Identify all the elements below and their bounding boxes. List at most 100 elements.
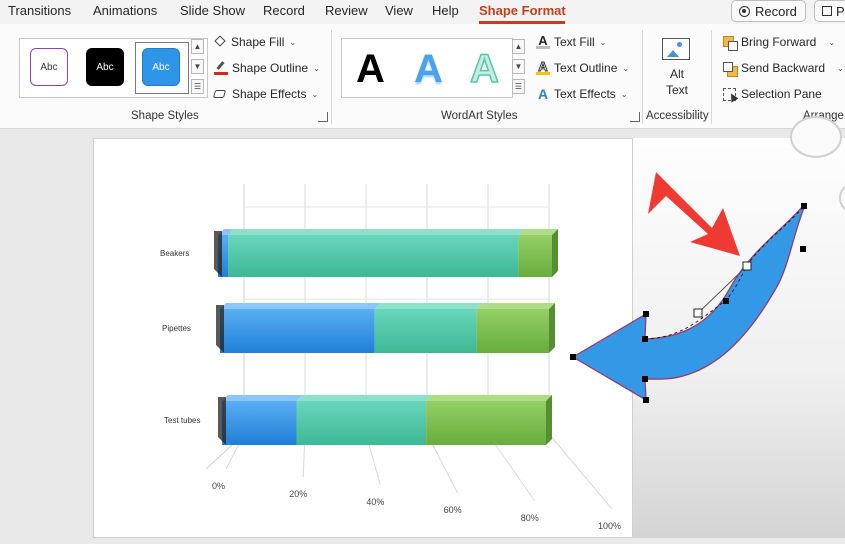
wordart-style-black[interactable]: A — [356, 47, 385, 92]
bar-end-cap — [546, 395, 552, 445]
text-fill-label: Text Fill — [554, 35, 595, 49]
send-backward-button[interactable]: Send Backward ⌄ — [723, 61, 844, 77]
shape-style-dark[interactable]: Abc — [86, 48, 124, 86]
floor-gridline — [548, 433, 613, 510]
text-outline-label: Text Outline — [554, 61, 618, 75]
chevron-down-icon: ⌄ — [599, 37, 607, 47]
send-backward-icon — [723, 61, 738, 77]
curved-blue-arrow[interactable] — [571, 203, 805, 402]
wordart-more-button[interactable]: ☰ — [512, 79, 525, 94]
wordart-styles-group-label: WordArt Styles — [441, 110, 518, 122]
shape-fill-label: Shape Fill — [231, 35, 285, 49]
wordart-scroll-down-button[interactable]: ▼ — [512, 59, 525, 74]
gallery-scroll-up-button[interactable]: ▲ — [191, 39, 204, 54]
shape-styles-launcher-icon[interactable] — [318, 112, 328, 122]
present-button-label: P — [836, 3, 845, 19]
wordart-styles-launcher-icon[interactable] — [630, 112, 640, 122]
bar-segment[interactable] — [426, 401, 546, 445]
vertex-handle[interactable] — [723, 298, 729, 304]
shape-effects-button[interactable]: Shape Effects ⌄ — [212, 87, 319, 101]
menu-bar: Transitions Animations Slide Show Record… — [0, 0, 845, 24]
shape-effects-label: Shape Effects — [232, 87, 307, 101]
bring-forward-label: Bring Forward — [741, 35, 817, 49]
bar-segment-top — [296, 395, 433, 401]
tab-help[interactable]: Help — [432, 3, 459, 18]
vertex-handle[interactable] — [643, 311, 649, 317]
gallery-scroll-down-button[interactable]: ▼ — [191, 59, 204, 74]
tab-view[interactable]: View — [385, 3, 413, 18]
stacked-3d-bar-chart[interactable]: 0% 20% 40% 60% 80% 100% Beakers Pipettes Test tu… — [94, 139, 634, 539]
chevron-up-icon: ▲ — [514, 42, 523, 51]
bar-segment-top — [222, 395, 303, 401]
shape-outline-button[interactable]: Shape Outline ⌄ — [214, 61, 320, 75]
shape-style-blue-label: Abc — [152, 61, 170, 73]
bar-segment[interactable] — [222, 401, 297, 445]
vertex-handle[interactable] — [642, 336, 648, 342]
vertex-handle[interactable] — [801, 203, 807, 209]
slide-canvas[interactable]: 0% 20% 40% 60% 80% 100% Beakers Pipettes Test tu… — [93, 138, 633, 538]
bar-segment-top — [426, 395, 552, 401]
text-fill-button[interactable]: A Text Fill ⌄ — [536, 34, 607, 49]
text-effects-button[interactable]: A Text Effects ⌄ — [536, 87, 628, 102]
bar-segment[interactable] — [220, 309, 375, 353]
chevron-down-icon: ⌄ — [311, 89, 319, 99]
vertex-handle[interactable] — [570, 354, 576, 360]
red-pointer-arrow — [648, 172, 740, 256]
wordart-scroll-up-button[interactable]: ▲ — [512, 39, 525, 54]
bar-segment[interactable] — [476, 309, 549, 353]
wordart-style-blue[interactable]: A — [414, 47, 443, 92]
category-label: Test tubes — [164, 416, 200, 425]
shape-fill-button[interactable]: Shape Fill ⌄ — [214, 34, 296, 49]
x-tick-label: 80% — [521, 513, 539, 523]
tab-slide-show[interactable]: Slide Show — [180, 3, 245, 18]
alt-text-label-line1: Alt — [669, 67, 684, 81]
record-button[interactable]: Record — [731, 0, 806, 22]
record-button-label: Record — [755, 3, 797, 19]
send-backward-label: Send Backward — [741, 61, 826, 75]
bar-segment[interactable] — [518, 235, 552, 277]
shape-style-blue[interactable]: Abc — [142, 48, 180, 86]
tab-review[interactable]: Review — [325, 3, 368, 18]
tab-shape-format[interactable]: Shape Format — [479, 3, 566, 18]
selection-pane-label: Selection Pane — [741, 87, 822, 101]
chevron-down-icon: ⌄ — [837, 63, 844, 73]
x-tick-label: 100% — [598, 521, 621, 531]
rotate-handle-icon[interactable] — [790, 116, 842, 158]
text-outline-icon: A — [536, 60, 550, 75]
bezier-control-handle[interactable] — [693, 308, 703, 318]
bar-segment-top — [374, 303, 483, 309]
wordart-style-outline[interactable]: A — [469, 46, 499, 92]
bar-segment[interactable] — [374, 309, 477, 353]
bring-forward-button[interactable]: Bring Forward ⌄ — [723, 35, 835, 51]
arrow-overlay — [570, 172, 807, 403]
alt-text-button[interactable]: Alt Text — [657, 34, 699, 100]
paint-bucket-icon — [214, 34, 227, 49]
bar-segment-top — [476, 303, 555, 309]
bring-forward-icon — [723, 35, 738, 51]
tab-animations[interactable]: Animations — [93, 3, 157, 18]
selection-pane-button[interactable]: Selection Pane — [723, 87, 822, 102]
bar-segment[interactable] — [228, 235, 519, 277]
bar-end-cap — [552, 229, 558, 277]
vertex-handle[interactable] — [643, 397, 649, 403]
alt-text-icon — [662, 38, 690, 60]
tab-transitions[interactable]: Transitions — [8, 3, 71, 18]
chevron-down-icon: ⌄ — [313, 63, 320, 73]
group-divider — [711, 30, 712, 124]
bar-shadow — [216, 305, 224, 353]
bar-segment[interactable] — [296, 401, 427, 445]
vertex-handle[interactable] — [642, 376, 648, 382]
text-outline-button[interactable]: A Text Outline ⌄ — [536, 60, 629, 75]
bezier-control-handle[interactable] — [742, 261, 752, 271]
tab-record[interactable]: Record — [263, 3, 305, 18]
category-label: Pipettes — [162, 324, 191, 333]
vertex-handle[interactable] — [800, 246, 806, 252]
wordart-gallery: A A A — [341, 38, 513, 98]
shape-styles-group-label: Shape Styles — [131, 110, 199, 122]
more-icon: ☰ — [193, 82, 202, 91]
shape-style-outline[interactable]: Abc — [30, 48, 68, 86]
chevron-down-icon: ⌄ — [620, 89, 628, 99]
present-button[interactable]: P — [814, 0, 845, 22]
alt-text-label-line2: Text — [665, 83, 688, 97]
gallery-more-button[interactable]: ☰ — [191, 79, 204, 94]
